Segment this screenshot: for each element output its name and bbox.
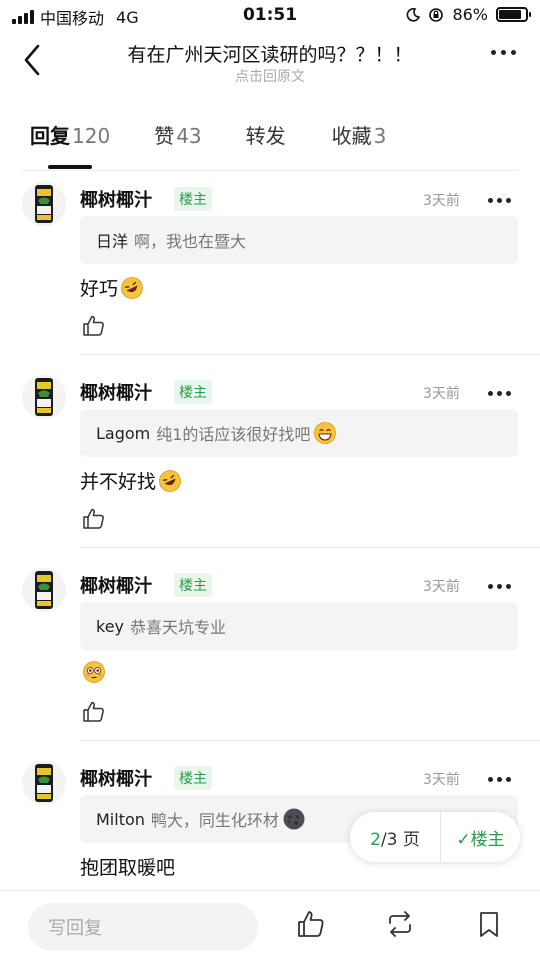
rofl-emoji — [158, 469, 182, 493]
author-name[interactable]: 椰树椰汁 — [80, 765, 152, 791]
avatar[interactable] — [22, 761, 66, 805]
reply-text: 并不好找 — [80, 471, 157, 493]
tab-label: 转发 — [245, 124, 286, 148]
status-bar: 中国移动 4G 01:51 86% — [0, 0, 540, 30]
reply-item[interactable]: 椰树椰汁 楼主 3天前 日洋 啊，我也在暨大 好巧 — [0, 182, 540, 362]
op-badge: 楼主 — [174, 187, 212, 211]
more-options-icon[interactable] — [491, 50, 516, 55]
reply-more-icon[interactable] — [488, 584, 511, 589]
reply-time: 3天前 — [423, 579, 460, 595]
battery-percent: 86% — [452, 5, 488, 24]
reply-divider — [80, 547, 540, 548]
thumbs-up-icon[interactable] — [82, 314, 106, 338]
battery-fill — [499, 10, 522, 19]
reply-divider — [80, 740, 540, 741]
reply-item[interactable]: 椰树椰汁 楼主 3天前 key 恭喜天坑专业 — [0, 568, 540, 748]
reply-more-icon[interactable] — [488, 198, 511, 203]
tab-count: 3 — [373, 124, 387, 148]
reply-content: 并不好找 — [80, 467, 182, 494]
reply-content — [80, 660, 106, 684]
quoted-author: Milton — [96, 809, 145, 829]
quoted-text: 纯1的话应该很好找吧 — [156, 425, 311, 444]
avatar[interactable] — [22, 182, 66, 226]
reply-time: 3天前 — [423, 193, 460, 209]
reply-text: 好巧 — [80, 278, 119, 300]
view-original-link[interactable]: 点击回原文 — [90, 66, 450, 86]
bottom-bar: 写回复 — [0, 890, 540, 960]
op-badge: 楼主 — [174, 573, 212, 597]
quoted-reply[interactable]: 日洋 啊，我也在暨大 — [80, 216, 518, 264]
thumbs-up-icon[interactable] — [82, 700, 106, 724]
tab-replies[interactable]: 回复 120 — [30, 120, 110, 149]
quoted-reply[interactable]: Lagom 纯1的话应该很好找吧 — [80, 409, 518, 457]
reply-content: 好巧 — [80, 274, 144, 301]
reply-time: 3天前 — [423, 386, 460, 402]
quoted-author: 日洋 — [96, 232, 129, 251]
quoted-reply[interactable]: key 恭喜天坑专业 — [80, 602, 518, 650]
author-name[interactable]: 椰树椰汁 — [80, 379, 152, 405]
current-page: 2 — [370, 829, 381, 850]
page-number[interactable]: 2/3 页 — [350, 825, 440, 850]
tab-count: 43 — [176, 124, 202, 148]
owner-only-toggle[interactable]: ✓楼主 — [441, 825, 520, 850]
like-icon[interactable] — [296, 909, 326, 939]
author-name[interactable]: 椰树椰汁 — [80, 572, 152, 598]
active-tab-indicator — [48, 165, 92, 169]
reply-divider — [80, 354, 540, 355]
tab-label: 收藏 — [331, 124, 372, 148]
tab-bar: 回复 120 赞 43 转发 收藏 3 — [30, 120, 430, 149]
reply-more-icon[interactable] — [488, 777, 511, 782]
reply-text: 抱团取暖吧 — [80, 857, 176, 879]
battery-icon — [496, 7, 531, 22]
author-name[interactable]: 椰树椰汁 — [80, 186, 152, 212]
moon-icon — [407, 7, 421, 22]
tab-favorites[interactable]: 收藏 3 — [332, 120, 387, 149]
tab-count: 120 — [72, 124, 111, 148]
reply-more-icon[interactable] — [488, 391, 511, 396]
tab-reposts[interactable]: 转发 — [246, 120, 288, 149]
quoted-text: 恭喜天坑专业 — [130, 618, 227, 637]
page-indicator[interactable]: 2/3 页 ✓楼主 — [350, 812, 520, 862]
quoted-author: Lagom — [96, 423, 151, 443]
quoted-text: 啊，我也在暨大 — [134, 232, 247, 251]
repost-icon[interactable] — [385, 909, 415, 939]
quoted-author: key — [96, 616, 125, 636]
quoted-text: 鸭大，同生化环材 — [150, 811, 279, 830]
op-badge: 楼主 — [174, 380, 212, 404]
reply-item[interactable]: 椰树椰汁 楼主 3天前 Lagom 纯1的话应该很好找吧 并不好找 — [0, 375, 540, 555]
page-title: 有在广州天河区读研的吗？？！！ — [127, 44, 413, 66]
total-pages: /3 页 — [380, 829, 420, 850]
tab-label: 赞 — [154, 124, 175, 148]
tab-divider — [22, 170, 518, 171]
new-moon-face-emoji — [282, 807, 306, 831]
rotation-lock-icon — [429, 7, 444, 22]
grin-emoji — [313, 421, 337, 445]
reply-time: 3天前 — [423, 772, 460, 788]
op-badge: 楼主 — [174, 766, 212, 790]
bookmark-icon[interactable] — [474, 909, 504, 939]
back-arrow-icon[interactable] — [18, 40, 50, 80]
avatar[interactable] — [22, 375, 66, 419]
reply-input[interactable]: 写回复 — [28, 903, 258, 951]
rofl-emoji — [120, 276, 144, 300]
header: 有在广州天河区读研的吗？？！！ 点击回原文 — [0, 30, 540, 94]
tab-likes[interactable]: 赞 43 — [154, 120, 201, 149]
reply-content: 抱团取暖吧 — [80, 853, 175, 880]
thumbs-up-icon[interactable] — [82, 507, 106, 531]
tab-label: 回复 — [30, 124, 70, 148]
flushed-emoji — [82, 660, 106, 684]
avatar[interactable] — [22, 568, 66, 612]
